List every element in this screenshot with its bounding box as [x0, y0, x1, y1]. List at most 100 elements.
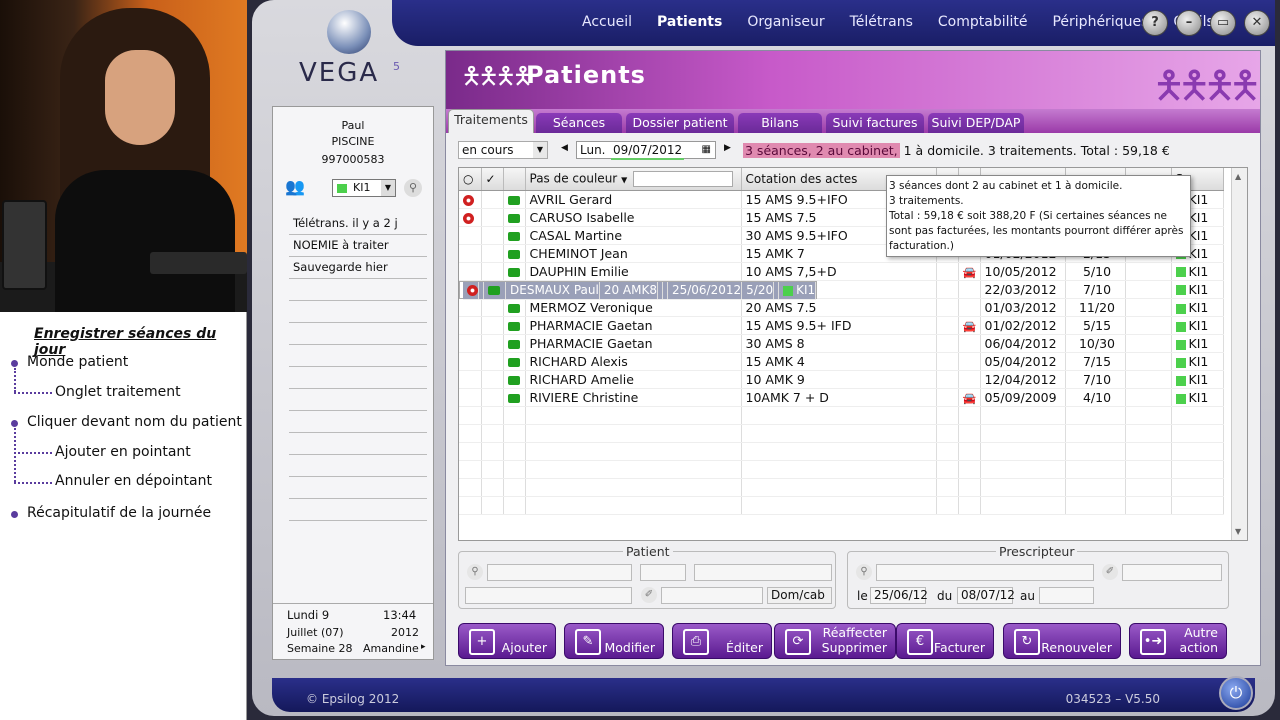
start-date[interactable]: 25/06/2012 [667, 281, 743, 300]
tab-4[interactable]: Suivi factures [826, 113, 924, 133]
status-select[interactable]: en cours ▼ [458, 141, 548, 159]
cotation[interactable]: 10 AMS 7,5+D [741, 262, 937, 281]
prev-day-icon[interactable]: ◀ [561, 143, 568, 153]
table-row[interactable]: PHARMACIE Gaetan 15 AMS 9.5+ IFD 🚘 01/02/20… [459, 316, 1224, 335]
table-row[interactable]: DAUPHIN Emilie 10 AMS 7,5+D 🚘 10/05/2012 5/1… [459, 262, 1224, 281]
summary-highlight[interactable]: 3 séances, 2 au cabinet, [743, 143, 900, 158]
table-row[interactable]: RIVIERE Christine 10AMK 7 + D 🚘 05/09/2009 4… [459, 388, 1224, 407]
check-column-icon[interactable]: ✓ [481, 168, 504, 191]
patients-group-icon[interactable]: 👥 [285, 177, 305, 196]
patient-name[interactable]: RIVIERE Christine [525, 388, 742, 407]
patient-name[interactable]: AVRIL Gerard [525, 190, 742, 209]
table-row[interactable]: MERMOZ Veronique 20 AMS 7.5 01/03/2012 11/2… [459, 298, 1224, 317]
tab-3[interactable]: Bilans [738, 113, 822, 133]
date-to-field[interactable]: 08/07/12 [957, 587, 1015, 604]
table-row[interactable] [459, 478, 1224, 497]
scrollbar[interactable]: ▲ ▼ [1231, 168, 1247, 540]
chevron-down-icon[interactable]: ▼ [533, 142, 547, 158]
cotation[interactable]: 10AMK 7 + D [741, 388, 937, 407]
remove-icon[interactable] [467, 285, 478, 297]
progress[interactable]: 7/15 [1065, 352, 1126, 371]
scroll-up-icon[interactable]: ▲ [1235, 172, 1241, 181]
patient-field-3[interactable] [694, 564, 832, 581]
prescriber-field-2[interactable] [1122, 564, 1222, 581]
table-row[interactable]: RICHARD Alexis 15 AMK 4 05/04/2012 7/15 KI1 [459, 352, 1224, 371]
name-filter-input[interactable] [633, 170, 734, 187]
action-button-3[interactable]: ⟳ Réaffecter Supprimer [774, 623, 896, 659]
action-button-1[interactable]: ✎ Modifier [564, 623, 664, 659]
table-row[interactable] [459, 496, 1224, 515]
patient-name[interactable]: CHEMINOT Jean [525, 244, 742, 263]
tab-0[interactable]: Traitements [448, 109, 534, 133]
select-column-icon[interactable]: ○ [459, 168, 482, 191]
sidebar-line[interactable]: Sauvegarde hier [289, 257, 427, 279]
cotation[interactable]: 15 AMS 9.5+ IFD [741, 316, 937, 335]
sidebar-line[interactable]: NOEMIE à traiter [289, 235, 427, 257]
progress[interactable]: 10/30 [1065, 334, 1126, 353]
patient-field-5[interactable] [661, 587, 763, 604]
nav-2[interactable]: Organiseur [747, 14, 824, 30]
tab-1[interactable]: Séances [536, 113, 622, 133]
tarif-select[interactable]: KI1 ▼ [332, 179, 396, 197]
action-button-5[interactable]: ↻ Renouveler [1003, 623, 1121, 659]
patient-search-field[interactable] [487, 564, 632, 581]
user-name[interactable]: Amandine [363, 642, 419, 655]
table-row[interactable]: PHARMACIE Gaetan 30 AMS 8 06/04/2012 10/30 K… [459, 334, 1224, 353]
patient-field-2[interactable] [640, 564, 686, 581]
chevron-down-icon[interactable]: ▼ [381, 180, 395, 196]
patient-name[interactable]: RICHARD Amelie [525, 370, 742, 389]
chevron-right-icon[interactable]: ▸ [421, 642, 426, 652]
cotation[interactable]: 30 AMS 8 [741, 334, 937, 353]
cotation[interactable]: 10 AMK 9 [741, 370, 937, 389]
cotation[interactable]: 20 AMK8 [599, 281, 658, 300]
progress[interactable]: 7/10 [1065, 370, 1126, 389]
date-from-field[interactable]: 25/06/12 [870, 587, 928, 604]
maximize-icon[interactable]: ▭ [1210, 10, 1236, 36]
eraser-icon[interactable]: ✐ [1102, 564, 1118, 580]
nav-0[interactable]: Accueil [582, 14, 632, 30]
action-button-0[interactable]: + Ajouter [458, 623, 556, 659]
search-icon[interactable]: ⚲ [404, 179, 422, 197]
patient-name[interactable]: RICHARD Alexis [525, 352, 742, 371]
start-date[interactable]: 01/03/2012 [980, 298, 1066, 317]
eraser-icon[interactable]: ✐ [641, 587, 657, 603]
progress[interactable]: 5/10 [1065, 262, 1126, 281]
table-row[interactable]: RICHARD Amelie 10 AMK 9 12/04/2012 7/10 KI1 [459, 370, 1224, 389]
table-row[interactable] [459, 442, 1224, 461]
tab-5[interactable]: Suivi DEP/DAP [928, 113, 1024, 133]
patient-name[interactable]: DESMAUX Paul [505, 281, 600, 300]
progress[interactable]: 4/10 [1065, 388, 1126, 407]
remove-icon[interactable] [463, 194, 474, 206]
date-picker[interactable]: Lun. 09/07/2012 ▦ [576, 141, 716, 160]
search-icon[interactable]: ⚲ [467, 564, 483, 580]
table-row[interactable] [459, 424, 1224, 443]
remove-icon[interactable] [463, 212, 474, 224]
cotation[interactable]: 20 AMS 7.5 [741, 298, 937, 317]
next-day-icon[interactable]: ▶ [724, 143, 731, 153]
progress[interactable]: 7/10 [1065, 280, 1126, 299]
patient-field-4[interactable] [465, 587, 632, 604]
patient-name[interactable]: CARUSO Isabelle [525, 208, 742, 227]
progress[interactable]: 11/20 [1065, 298, 1126, 317]
table-row[interactable] [459, 460, 1224, 479]
power-icon[interactable]: ⏻ [1219, 676, 1253, 710]
date-au-field[interactable] [1039, 587, 1094, 604]
date-input[interactable]: 09/07/2012 [611, 142, 685, 160]
sidebar-line[interactable]: Télétrans. il y a 2 j [289, 213, 427, 235]
nav-5[interactable]: Périphériques [1052, 14, 1148, 30]
prescriber-search-field[interactable] [876, 564, 1094, 581]
help-icon[interactable]: ? [1142, 10, 1168, 36]
start-date[interactable]: 01/02/2012 [980, 316, 1066, 335]
start-date[interactable]: 05/09/2009 [980, 388, 1066, 407]
table-row[interactable] [459, 406, 1224, 425]
start-date[interactable]: 05/04/2012 [980, 352, 1066, 371]
column-name[interactable]: Pas de couleur ▼ [525, 168, 742, 191]
scroll-down-icon[interactable]: ▼ [1235, 527, 1241, 536]
start-date[interactable]: 22/03/2012 [980, 280, 1066, 299]
nav-4[interactable]: Comptabilité [938, 14, 1028, 30]
patient-name[interactable]: PHARMACIE Gaetan [525, 316, 742, 335]
search-icon[interactable]: ⚲ [856, 564, 872, 580]
nav-1[interactable]: Patients [657, 14, 722, 30]
minimize-icon[interactable]: – [1176, 10, 1202, 36]
patient-name[interactable]: PHARMACIE Gaetan [525, 334, 742, 353]
